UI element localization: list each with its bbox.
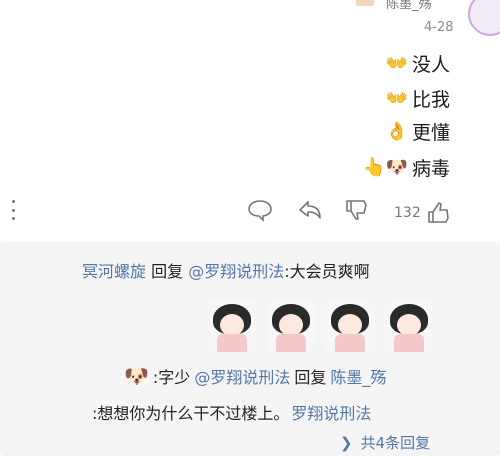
dog-face-icon: 🐶 xyxy=(124,364,149,388)
reply-text: :字少 xyxy=(152,368,191,387)
reply-username[interactable]: 陈墨_殇 xyxy=(330,364,386,388)
thumbs-up-icon xyxy=(427,202,449,223)
comment-line: 👐 没人 xyxy=(386,50,450,77)
reply-item: 🐶 :字少 @罗翔说刑法 回复 陈墨_殇 xyxy=(124,364,386,388)
chevron-icon: ❯ xyxy=(340,433,353,452)
comment-text: 没人 xyxy=(411,54,450,76)
dislike-icon[interactable] xyxy=(343,197,369,227)
anime-girl-sticker xyxy=(207,300,257,352)
reply-username[interactable]: 冥河螺旋 xyxy=(82,262,146,281)
comment-date: 4-28 xyxy=(424,20,454,35)
pointing-dog-icon: 👆🐶 xyxy=(363,157,408,178)
view-more-replies-link[interactable]: ❯ 共4条回复 xyxy=(340,432,430,453)
reply-text: :大会员爽啊 xyxy=(284,262,370,281)
anime-girl-sticker xyxy=(266,300,316,352)
share-icon[interactable] xyxy=(296,198,324,226)
more-options-icon[interactable] xyxy=(10,200,16,220)
comment-text: 比我 xyxy=(411,89,450,111)
comment-text: 更懂 xyxy=(411,122,450,144)
avatar[interactable] xyxy=(468,0,500,36)
more-replies-label: 共4条回复 xyxy=(360,434,431,452)
comment-text: 病毒 xyxy=(411,158,450,180)
reply-verb: 回复 xyxy=(151,262,184,281)
reply-mention[interactable]: @罗翔说刑法 xyxy=(194,364,290,388)
open-hands-icon: 👐 xyxy=(385,53,408,74)
comment-reply-icon[interactable] xyxy=(246,198,274,226)
anime-girl-sticker xyxy=(325,300,375,352)
sticker-row xyxy=(207,300,434,352)
avatar-decoration-icon xyxy=(356,0,374,6)
open-hands-icon: 👐 xyxy=(385,88,408,109)
reply-item: 冥河螺旋 回复 @罗翔说刑法:大会员爽啊 xyxy=(82,258,370,282)
reply-mention[interactable]: @罗翔说刑法 xyxy=(188,262,284,281)
reply-text: :想想你为什么干不过楼上。 xyxy=(92,404,290,423)
comment-line: 👐 比我 xyxy=(386,85,450,112)
like-button[interactable]: 132 xyxy=(394,200,451,226)
reply-verb: 回复 xyxy=(294,368,327,387)
comment-line: 👆🐶 病毒 xyxy=(363,154,450,181)
anime-girl-sticker xyxy=(384,300,434,352)
comment-line: 👌 更懂 xyxy=(386,118,450,145)
reply-username[interactable]: 罗翔说刑法 xyxy=(291,400,371,424)
reply-item: :想想你为什么干不过楼上。 罗翔说刑法 xyxy=(92,400,371,424)
like-count: 132 xyxy=(394,205,421,221)
comment-username[interactable]: 陈墨_殇 xyxy=(386,0,432,12)
ok-hand-icon: 👌 xyxy=(385,121,408,142)
